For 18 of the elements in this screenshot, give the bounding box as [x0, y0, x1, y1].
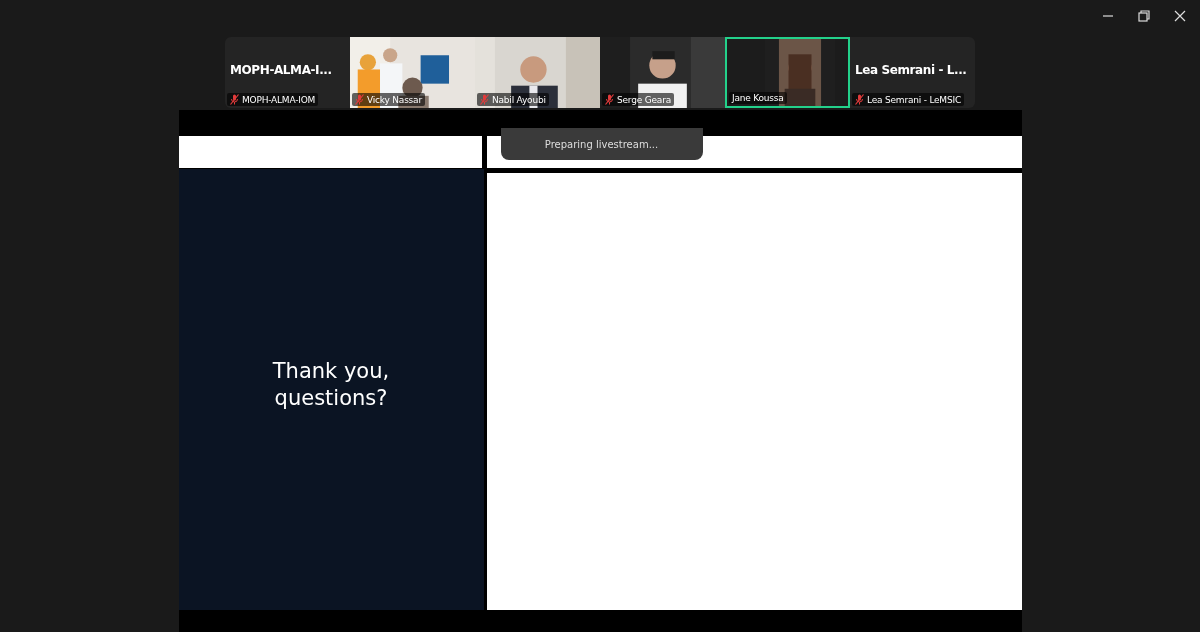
restore-icon[interactable] [1138, 10, 1150, 22]
participant-tile[interactable]: Jane Koussa [725, 37, 850, 108]
participant-tile[interactable]: Vicky Nassar [350, 37, 475, 108]
participant-name: MOPH-ALMA-I... [229, 62, 332, 77]
participant-tile[interactable]: Serge Geara [600, 37, 725, 108]
participant-tile[interactable]: Lea Semrani - L... Lea Semrani - LeMSIC [850, 37, 975, 108]
close-icon[interactable] [1174, 10, 1186, 22]
participant-tile[interactable]: Nabil Ayoubi [475, 37, 600, 108]
participant-name-label: Jane Koussa [732, 93, 784, 103]
participant-name-label: Serge Geara [617, 94, 671, 105]
participant-name-label: MOPH-ALMA-IOM [242, 94, 316, 105]
participant-tile[interactable]: MOPH-ALMA-I... MOPH-ALMA-IOM [225, 37, 350, 108]
participant-name-label: Nabil Ayoubi [492, 94, 546, 105]
participant-name-label: Vicky Nassar [367, 94, 422, 105]
slide-text: Thank you, questions? [272, 358, 390, 411]
participant-name: Lea Semrani - L... [854, 62, 967, 77]
participant-name-label: Lea Semrani - LeMSIC [867, 94, 961, 105]
livestream-toast: Preparing livestream... [500, 128, 703, 160]
